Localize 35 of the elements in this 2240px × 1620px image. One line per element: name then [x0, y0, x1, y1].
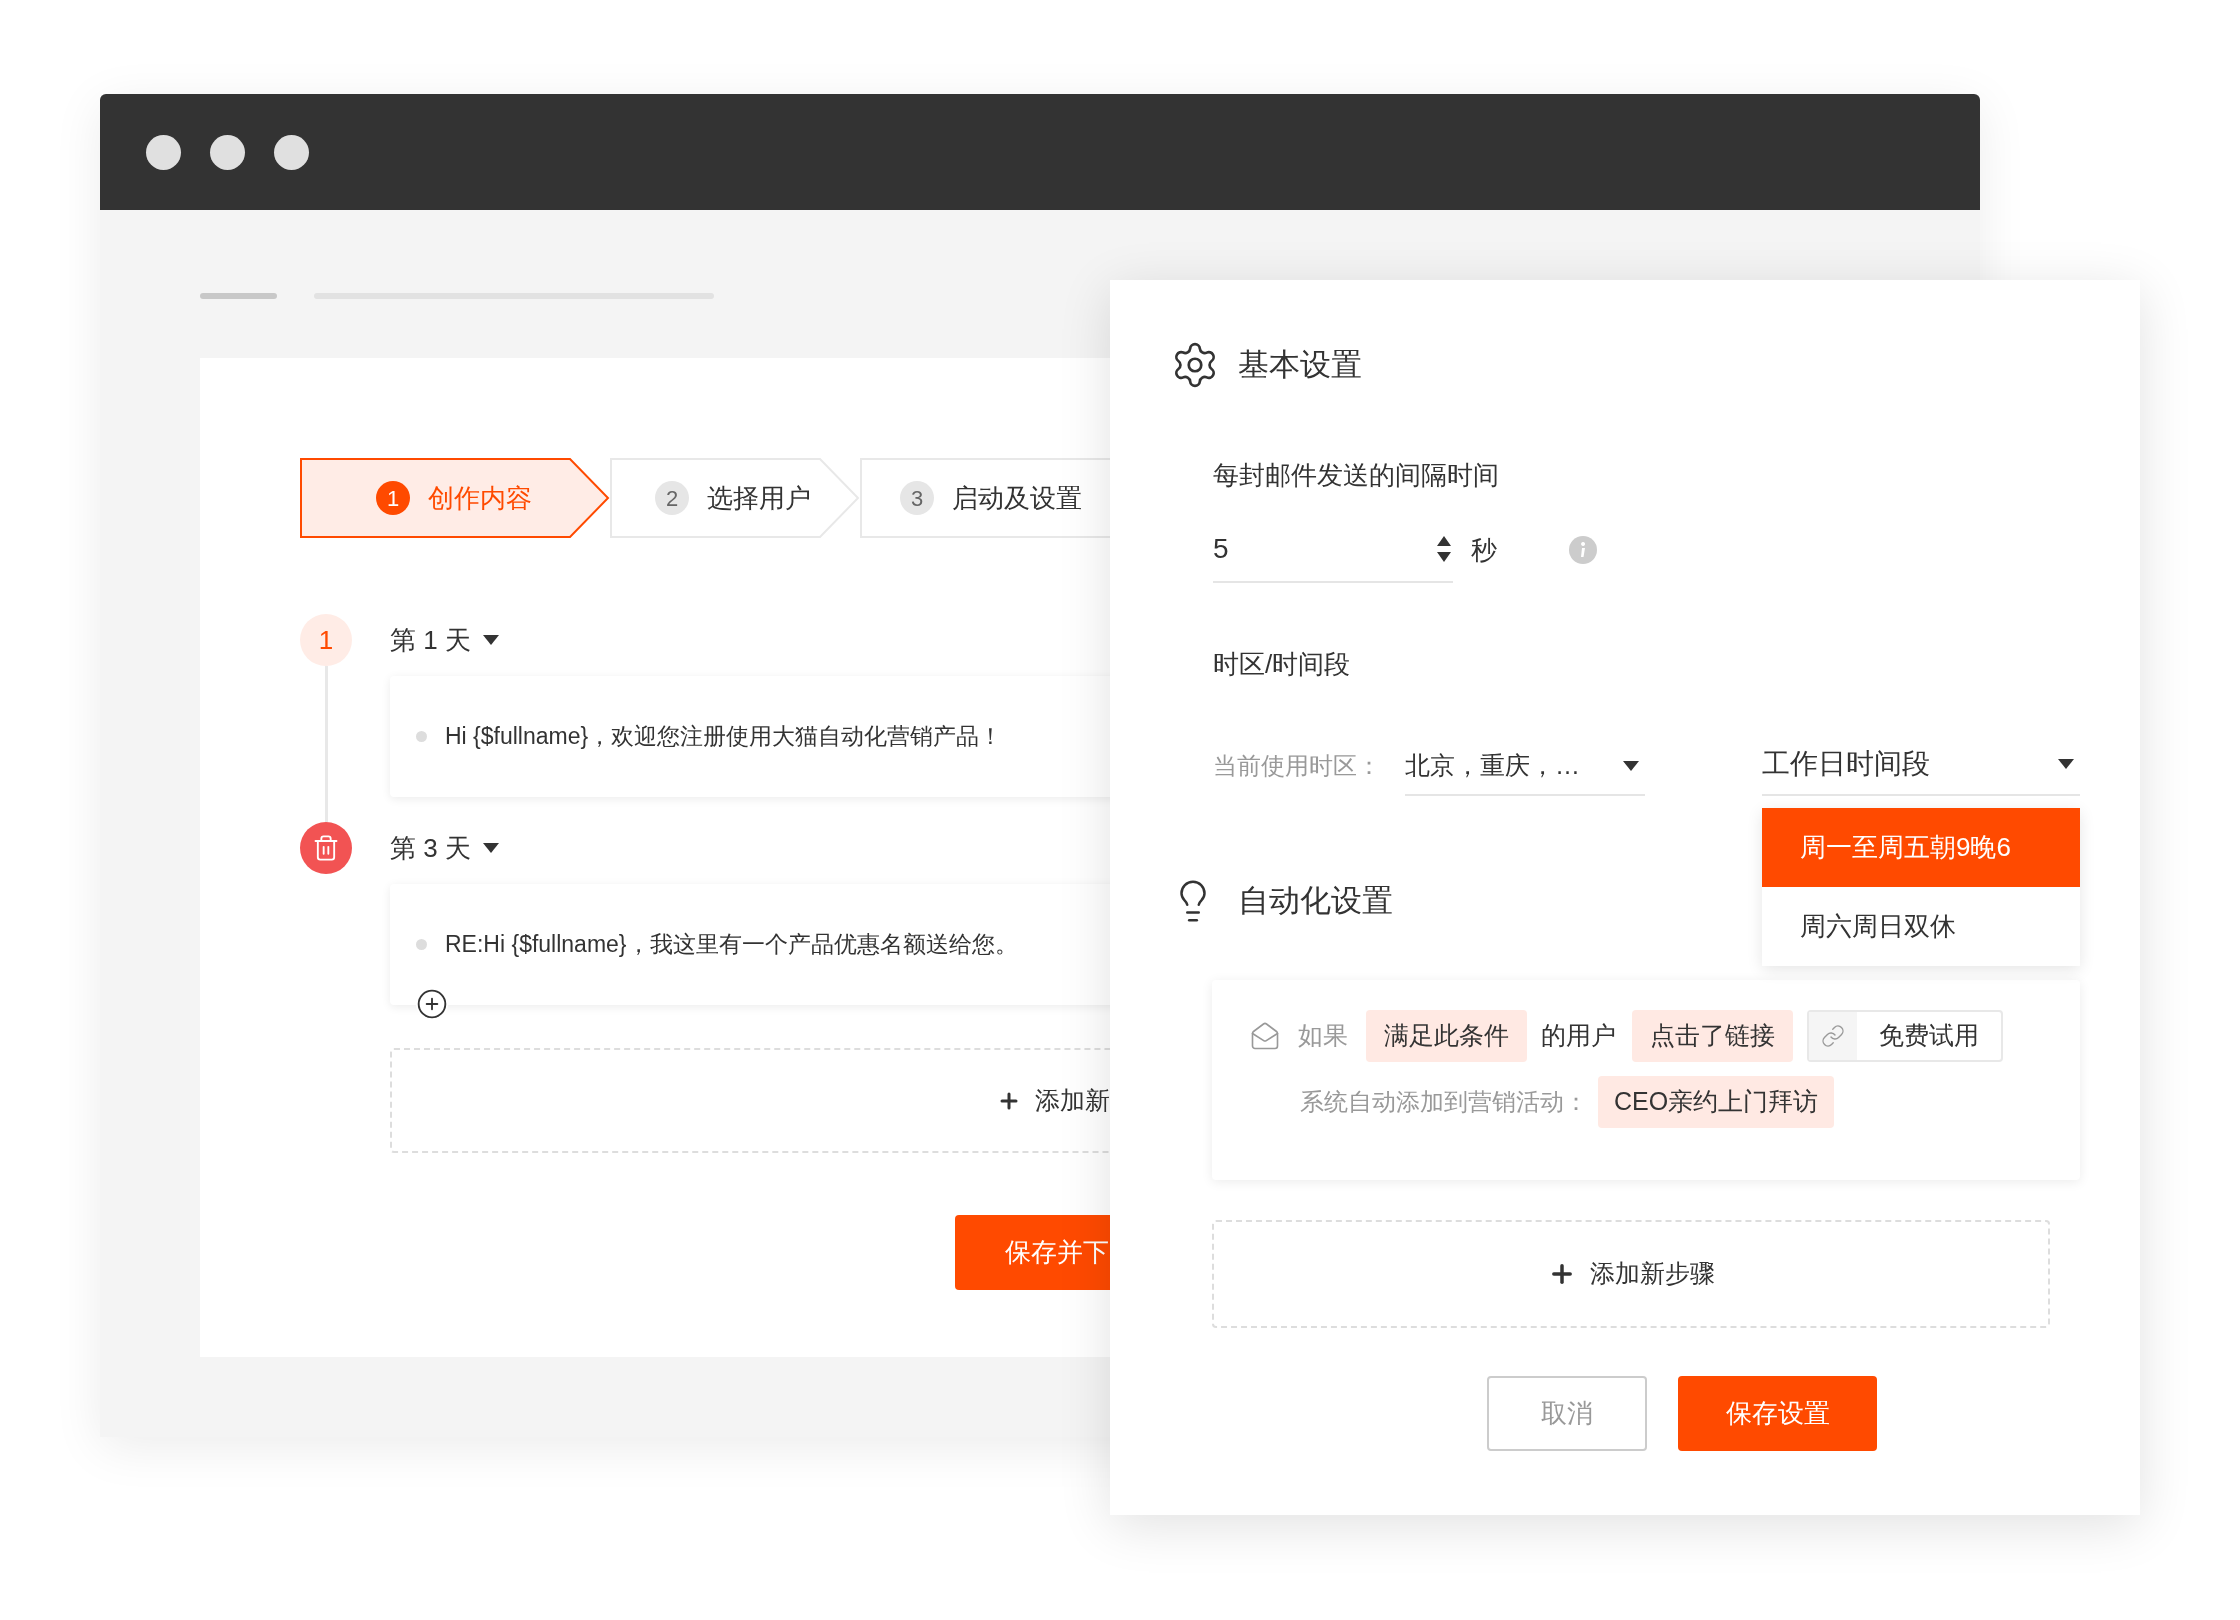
add-circle-icon[interactable] — [416, 988, 448, 1020]
field-label: 每封邮件发送的间隔时间 — [1213, 459, 1500, 492]
day-select[interactable]: 第 3 天 — [390, 822, 499, 874]
caret-icon — [482, 843, 499, 853]
unit-label: 秒 — [1471, 533, 1497, 567]
section-title: 自动化设置 — [1238, 881, 1393, 920]
email-subject: Hi {$fullname}，欢迎您注册使用大猫自动化营销产品！ — [445, 722, 1003, 752]
caret-icon — [482, 635, 499, 645]
section-title: 基本设置 — [1238, 345, 1362, 384]
step-number-badge: 1 — [300, 614, 352, 666]
caret-icon — [1623, 761, 1639, 771]
period-select[interactable]: 工作日时间段 — [1762, 734, 2080, 796]
condition-tag[interactable]: 满足此条件 — [1366, 1010, 1527, 1062]
rule-text: 系统自动添加到营销活动： — [1300, 1087, 1588, 1117]
field-label: 当前使用时区： — [1213, 751, 1382, 781]
action-tag[interactable]: 点击了链接 — [1632, 1010, 1793, 1062]
timezone-select[interactable]: 北京，重庆，… — [1405, 738, 1645, 796]
day-select[interactable]: 第 1 天 — [390, 614, 499, 666]
trash-icon — [312, 834, 340, 862]
link-field[interactable]: 免费试用 — [1807, 1010, 2003, 1062]
dropdown-option[interactable]: 周六周日双休 — [1762, 887, 2080, 966]
spinner-icon[interactable] — [1437, 536, 1451, 562]
interval-input[interactable]: 5 — [1213, 517, 1453, 583]
mail-icon — [1250, 1021, 1280, 1051]
step-tab[interactable]: 3 启动及设置 — [860, 458, 1110, 538]
link-icon — [1821, 1024, 1845, 1048]
email-subject: RE:Hi {$fullname}，我这里有一个产品优惠名额送给您。 — [445, 930, 1018, 960]
add-step-button[interactable]: 添加新步骤 — [1212, 1220, 2050, 1328]
field-label: 时区/时间段 — [1213, 648, 1352, 681]
delete-button[interactable] — [300, 822, 352, 874]
rule-text: 的用户 — [1541, 1020, 1616, 1052]
step-tab[interactable]: 2 选择用户 — [610, 458, 860, 538]
caret-icon — [2058, 759, 2074, 769]
campaign-tag[interactable]: CEO亲约上门拜访 — [1598, 1076, 1835, 1128]
rule-text: 如果 — [1298, 1020, 1348, 1052]
